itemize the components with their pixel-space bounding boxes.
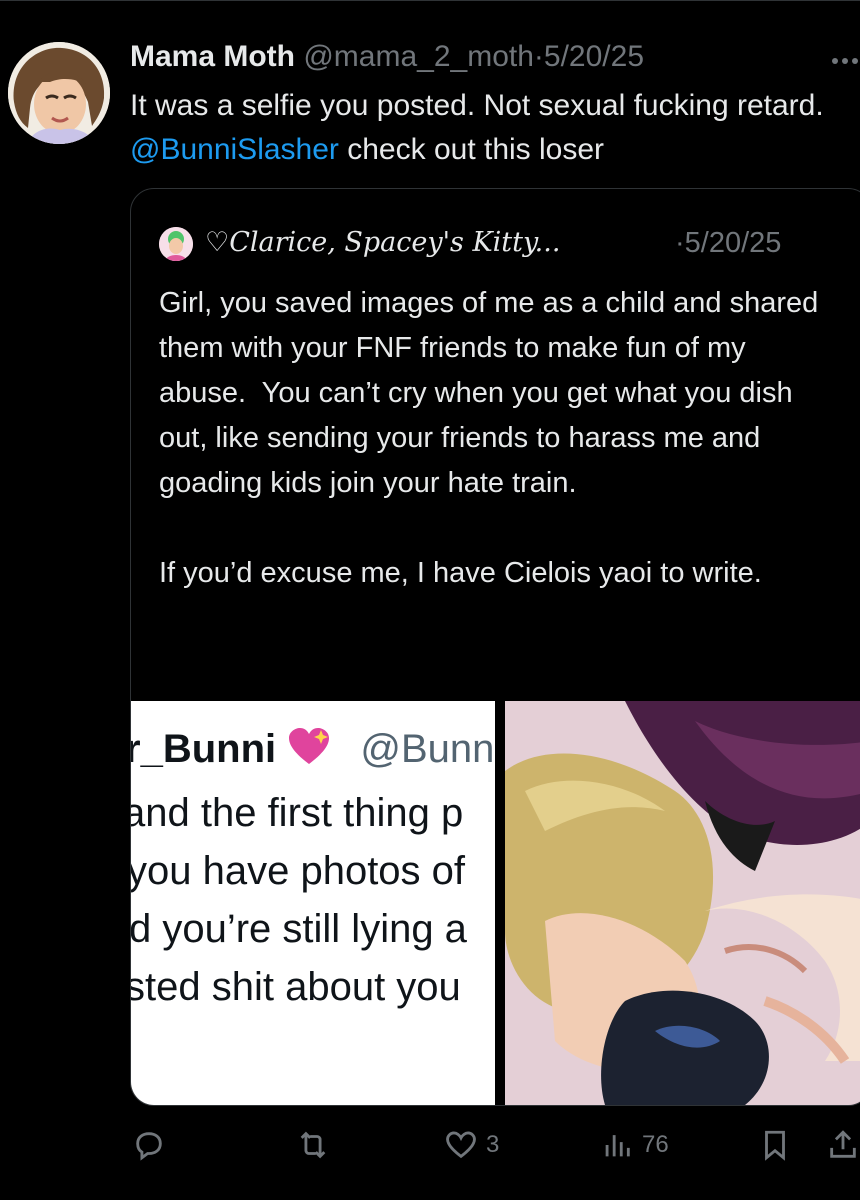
views-button[interactable]: 76	[600, 1122, 669, 1168]
tweet-text: It was a selfie you posted. Not sexual f…	[130, 84, 840, 172]
action-bar: 3 76	[130, 1122, 860, 1168]
more-icon[interactable]	[830, 46, 860, 84]
screenshot-handle: @Bunni	[360, 727, 495, 771]
views-icon	[605, 1135, 630, 1157]
top-divider	[0, 0, 860, 1]
share-button[interactable]	[826, 1122, 860, 1168]
author-avatar[interactable]	[8, 42, 110, 144]
avatar-illustration	[8, 42, 110, 144]
tweet-text-part2: check out this loser	[338, 133, 605, 166]
screenshot-header: r_Bunni @Bunni	[131, 727, 495, 772]
bookmark-button[interactable]	[758, 1122, 792, 1168]
like-count: 3	[486, 1131, 500, 1158]
bookmark-icon	[765, 1130, 785, 1161]
anime-artwork-image[interactable]	[505, 701, 860, 1105]
author-handle[interactable]: @mama_2_moth	[303, 40, 534, 73]
screenshot-name: r_Bunni	[131, 727, 277, 771]
quote-author-name[interactable]: ♡Clarice, Spacey's Kitty...	[205, 227, 560, 258]
reply-icon	[136, 1132, 162, 1161]
quote-media[interactable]: r_Bunni @Bunni and the first thing p you…	[131, 701, 860, 1105]
views-count: 76	[642, 1131, 669, 1158]
header-separator: ·	[533, 40, 544, 73]
quote-header: ♡Clarice, Spacey's Kitty... ·5/20/25	[159, 227, 859, 263]
share-icon	[830, 1130, 856, 1158]
screenshot-image[interactable]: r_Bunni @Bunni and the first thing p you…	[131, 701, 495, 1105]
screenshot-line: you have photos of	[131, 849, 466, 893]
sparkling-heart-icon	[289, 728, 330, 764]
quote-avatar[interactable]	[159, 227, 193, 261]
heart-icon	[446, 1131, 476, 1159]
author-name[interactable]: Mama Moth	[130, 40, 295, 73]
reply-button[interactable]	[132, 1122, 174, 1168]
retweet-icon	[300, 1131, 326, 1159]
quote-text: Girl, you saved images of me as a child …	[159, 287, 819, 589]
tweet-header: Mama Moth @mama_2_moth·5/20/25	[130, 40, 860, 80]
retweet-button[interactable]	[296, 1122, 338, 1168]
quote-separator: ·	[675, 227, 685, 259]
like-button[interactable]: 3	[444, 1122, 499, 1168]
tweet-date[interactable]: 5/20/25	[544, 40, 644, 73]
tweet-text-part1: It was a selfie you posted. Not sexual f…	[130, 89, 824, 122]
quoted-tweet[interactable]: ♡Clarice, Spacey's Kitty... ·5/20/25 Gir…	[130, 188, 860, 1106]
screenshot-line: d you’re still lying a	[131, 907, 467, 951]
mention-link[interactable]: @BunniSlasher	[130, 133, 339, 166]
quote-date[interactable]: 5/20/25	[685, 227, 782, 259]
screenshot-line: and the first thing p	[131, 791, 464, 835]
quote-meta: ·5/20/25	[675, 227, 781, 260]
artwork-illustration	[505, 701, 860, 1105]
screenshot-line: sted shit about you	[131, 965, 461, 1009]
